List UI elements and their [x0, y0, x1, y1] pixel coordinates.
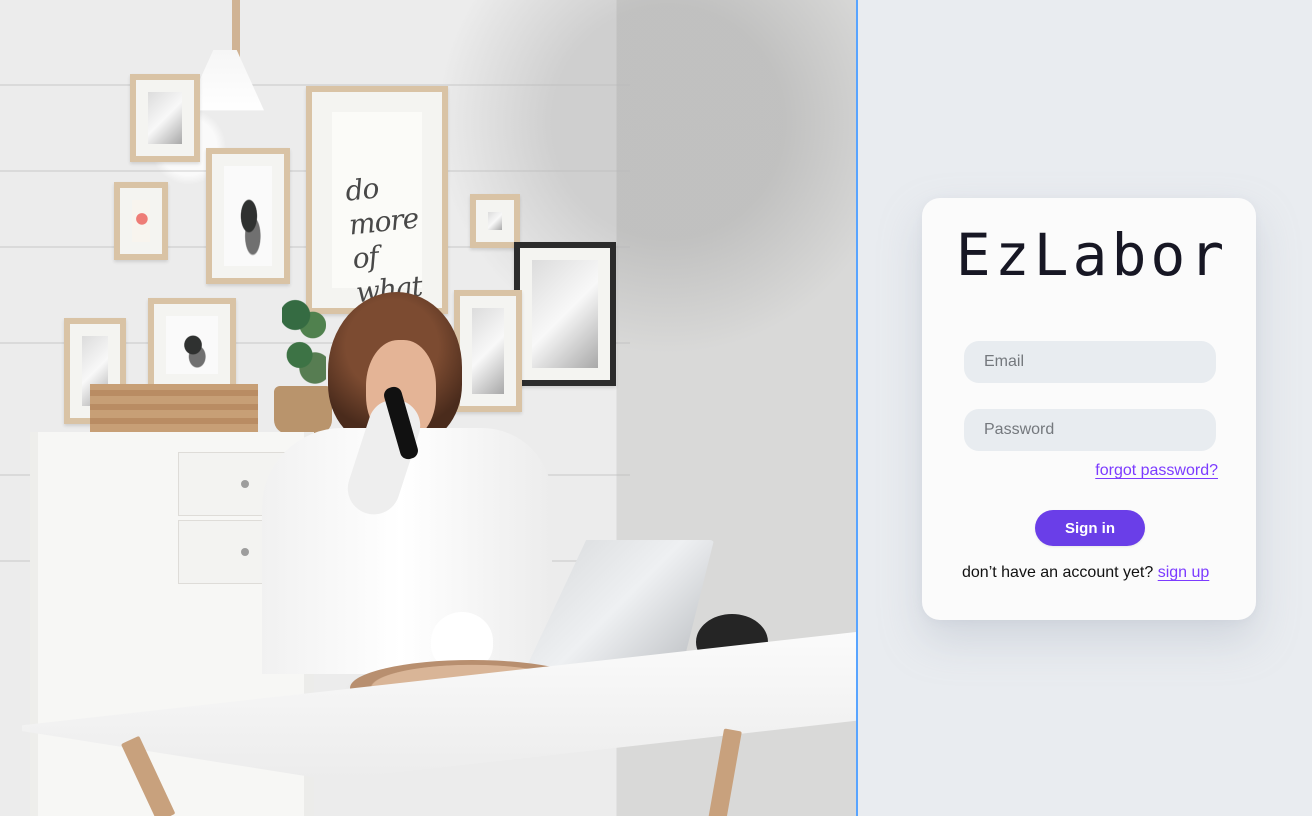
brand-logo: EzLabor: [955, 221, 1229, 289]
forgot-password-link[interactable]: forgot password?: [1086, 462, 1218, 480]
fern-frame: [206, 148, 290, 284]
drawer-knob: [241, 548, 249, 556]
flamingo-art: [132, 200, 150, 242]
leaf-art: [166, 316, 218, 374]
motivational-poster-art: do more of what make you happy: [332, 112, 450, 411]
sign-in-button[interactable]: Sign in: [1035, 510, 1145, 546]
signup-prompt-row: don’t have an account yet? sign up: [962, 564, 1232, 582]
password-field[interactable]: [964, 409, 1216, 451]
small-photo-frame: [470, 194, 520, 248]
workspace-hero-image: do more of what make you happy: [0, 0, 856, 816]
fern-art: [224, 166, 272, 266]
desk-leg: [707, 728, 742, 816]
small-photo-art: [488, 212, 502, 230]
signup-prompt-text: don’t have an account yet?: [962, 564, 1154, 581]
deer-art: [148, 92, 182, 144]
deer-frame: [130, 74, 200, 162]
leaf-frame: [148, 298, 236, 392]
hero-divider: [856, 0, 858, 816]
sign-up-link[interactable]: sign up: [1158, 564, 1210, 581]
drawer-knob: [241, 480, 249, 488]
flamingo-frame: [114, 182, 168, 260]
book-stack: [90, 384, 258, 432]
pendant-lamp-cord: [232, 0, 240, 58]
woman-on-phone: [262, 292, 552, 674]
motivational-poster-frame: do more of what make you happy: [306, 86, 450, 411]
email-field[interactable]: [964, 341, 1216, 383]
login-page: do more of what make you happy: [0, 0, 1312, 816]
